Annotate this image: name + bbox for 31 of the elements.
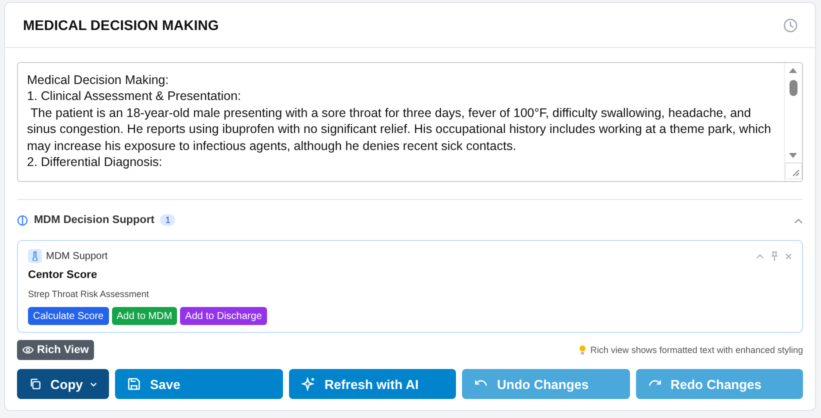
close-icon[interactable] bbox=[785, 252, 792, 260]
card-title: Centor Score bbox=[28, 269, 98, 281]
copy-icon bbox=[29, 377, 42, 391]
collapse-icon[interactable] bbox=[756, 253, 764, 259]
caret-icon[interactable] bbox=[90, 382, 97, 386]
note-line: 2. Differential Diagnosis: bbox=[27, 154, 164, 170]
count-badge: 1 bbox=[160, 214, 176, 226]
thermometer-icon bbox=[28, 249, 42, 263]
section-heading: MDM Decision Support bbox=[34, 214, 154, 226]
section-title: MEDICAL DECISION MAKING bbox=[23, 17, 219, 33]
collapse-icon[interactable] bbox=[794, 218, 803, 224]
clock-icon[interactable] bbox=[783, 18, 798, 32]
eye-icon bbox=[22, 345, 34, 355]
sparkle-icon bbox=[300, 376, 316, 392]
refresh-button[interactable]: Refresh with AI bbox=[288, 369, 456, 399]
lightbulb-icon bbox=[579, 345, 586, 355]
note-line: Medical Decision Making: bbox=[27, 72, 170, 88]
action-button[interactable]: Add to Discharge bbox=[180, 307, 267, 325]
notes-field[interactable] bbox=[17, 62, 803, 182]
rich-view-button[interactable]: Rich View bbox=[17, 340, 94, 360]
hint-text: Rich view shows formatted text with enhanced styling bbox=[590, 345, 803, 355]
pin-icon[interactable] bbox=[770, 251, 779, 261]
copy-button[interactable]: Copy bbox=[17, 369, 109, 399]
note-line: The patient is an 18-year-old male presenting with a sore throat for three days, fever of 100°F, difficulty swallowing, headache, and sinus congestion. He reports using ibuprofen with no significant relief. His occupational history includes working at a theme park, which may increase his exposure to infectious agents, although he denies recent sick contacts. bbox=[27, 104, 772, 154]
save-button[interactable]: Save bbox=[115, 369, 282, 399]
action-button[interactable]: Calculate Score bbox=[28, 307, 109, 325]
action-button[interactable]: Add to MDM bbox=[112, 307, 178, 325]
card-subtitle: Strep Throat Risk Assessment bbox=[28, 289, 150, 299]
save-icon bbox=[127, 377, 141, 391]
card-source: MDM Support bbox=[46, 250, 108, 262]
note-line: 1. Clinical Assessment & Presentation: bbox=[27, 88, 242, 105]
